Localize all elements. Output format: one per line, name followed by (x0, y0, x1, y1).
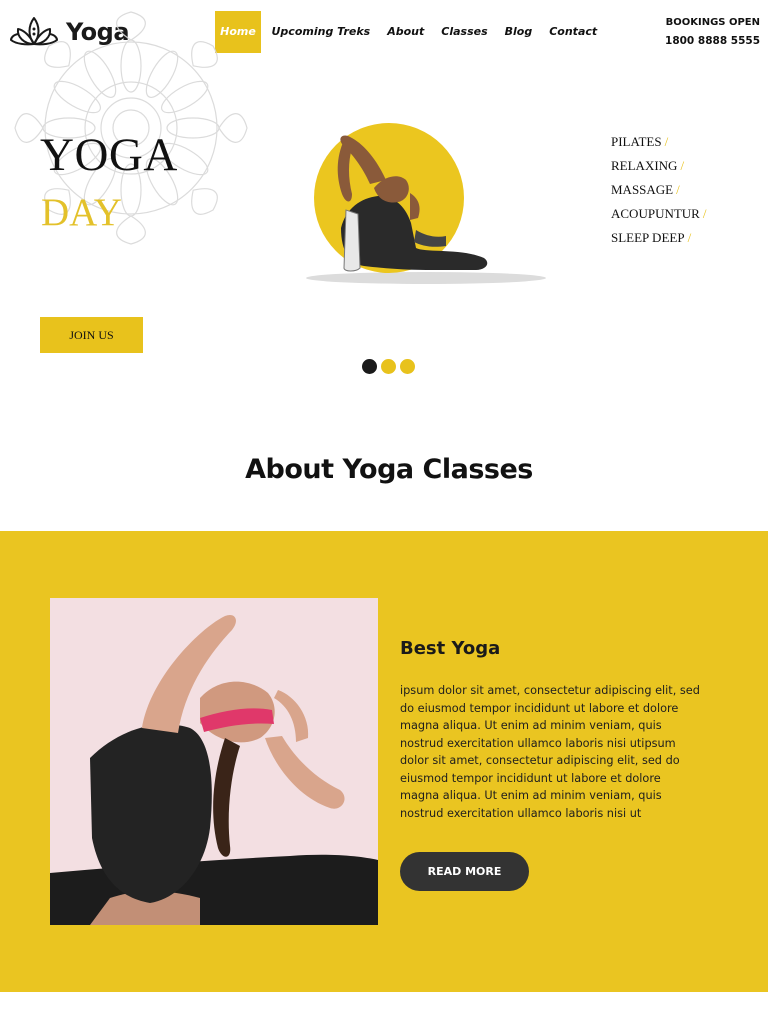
about-band: Best Yoga ipsum dolor sit amet, consecte… (0, 531, 768, 992)
offering-item[interactable]: MASSAGE / (611, 181, 706, 205)
yoga-photo (50, 598, 378, 925)
main-nav: Home Upcoming Treks About Classes Blog C… (215, 11, 606, 53)
hero-subtitle: DAY (41, 191, 122, 234)
card-body: ipsum dolor sit amet, consectetur adipis… (400, 684, 700, 820)
offering-item[interactable]: SLEEP DEEP / (611, 229, 706, 253)
nav-classes[interactable]: Classes (433, 11, 496, 53)
bookings-label: BOOKINGS OPEN (665, 17, 760, 28)
yoga-photo-illustration (50, 598, 378, 925)
nav-blog[interactable]: Blog (496, 11, 541, 53)
offering-item[interactable]: PILATES / (611, 133, 706, 157)
about-section-title: About Yoga Classes (245, 454, 533, 485)
slider-dots (362, 359, 415, 374)
offering-item[interactable]: RELAXING / (611, 157, 706, 181)
hero-yoga-image (306, 123, 546, 284)
offerings-list: PILATES / RELAXING / MASSAGE / ACOUPUNTUR / … (611, 133, 706, 253)
card-title: Best Yoga (400, 638, 501, 659)
slider-dot[interactable] (381, 359, 396, 374)
slider-dot[interactable] (400, 359, 415, 374)
nav-contact[interactable]: Contact (541, 11, 606, 53)
nav-upcoming-treks[interactable]: Upcoming Treks (263, 11, 379, 53)
slider-dot[interactable] (362, 359, 377, 374)
hero-title: YOGA (40, 129, 178, 181)
offering-item[interactable]: ACOUPUNTUR / (611, 205, 706, 229)
bookings-info: BOOKINGS OPEN 1800 8888 5555 (665, 15, 760, 52)
read-more-button[interactable]: READ MORE (400, 852, 529, 891)
bookings-phone[interactable]: 1800 8888 5555 (665, 30, 760, 52)
join-us-button[interactable]: JOIN US (40, 317, 143, 353)
nav-about[interactable]: About (379, 11, 433, 53)
